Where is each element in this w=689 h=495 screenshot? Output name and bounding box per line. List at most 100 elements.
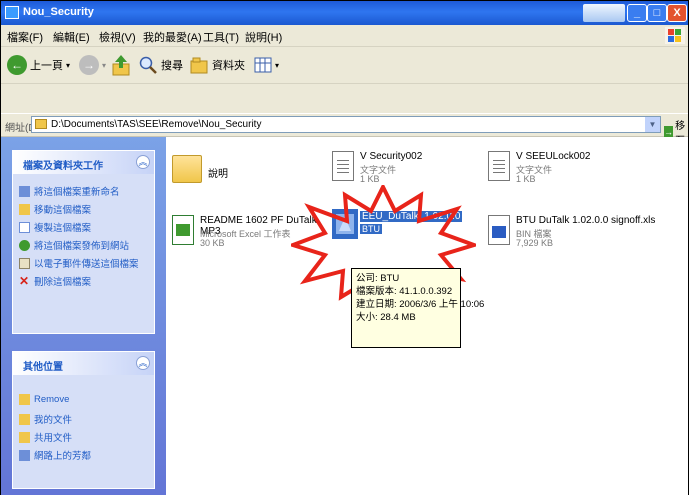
file-item-selected-exe[interactable]: EEU_DuTalk_1.02.0.0 BTU xyxy=(332,209,482,255)
views-icon xyxy=(254,57,272,73)
views-dropdown-icon[interactable]: ▾ xyxy=(275,61,279,70)
file-size: 7,929 KB xyxy=(516,238,554,248)
other-places-title: 其他位置 xyxy=(23,362,63,373)
file-type: BTU xyxy=(360,224,382,234)
file-name: BTU DuTalk 1.02.0.0 signoff.xls xyxy=(516,215,656,226)
excel-sheet-icon xyxy=(172,215,194,245)
move-icon xyxy=(19,203,30,215)
tooltip-created: 建立日期: 2006/3/6 上午 10:06 xyxy=(356,299,485,310)
menu-view[interactable]: 檢視(V) xyxy=(99,29,136,45)
task-publish[interactable]: 將這個檔案發佈到網站 xyxy=(19,238,129,252)
menu-help[interactable]: 說明(H) xyxy=(245,29,282,45)
address-folder-icon xyxy=(35,119,47,129)
up-folder-icon xyxy=(112,55,130,76)
file-name: 說明 xyxy=(208,169,228,180)
task-email[interactable]: 以電子郵件傳送這個檔案 xyxy=(19,256,139,270)
task-move-label: 移動這個檔案 xyxy=(34,205,92,216)
file-item-text1[interactable]: V Security002 文字文件 1 KB xyxy=(332,147,482,193)
back-dropdown-icon[interactable]: ▾ xyxy=(66,61,70,70)
toolbar: ← 上一頁 ▾ → ▾ 搜尋 資料夾 ▾ xyxy=(1,47,688,84)
text-document-icon xyxy=(488,151,510,181)
file-item-folder[interactable]: 說明 xyxy=(172,151,312,191)
folder-icon xyxy=(172,155,202,183)
other-places-panel: 其他位置 ︽ Remove 我的文件 共用文件 網路上的芳鄰 xyxy=(12,351,155,489)
collapse-chevron-icon[interactable]: ︽ xyxy=(136,155,150,169)
place-shared-documents-label: 共用文件 xyxy=(34,433,73,444)
place-my-documents-label: 我的文件 xyxy=(34,415,73,426)
address-bar: 網址(D) D:\Documents\TAS\SEE\Remove\Nou_Se… xyxy=(1,114,688,147)
delete-x-icon: ✕ xyxy=(19,273,30,288)
address-dropdown-icon[interactable]: ▼ xyxy=(645,117,660,132)
file-tasks-title: 檔案及資料夾工作 xyxy=(23,161,103,172)
task-rename[interactable]: 將這個檔案重新命名 xyxy=(19,184,120,198)
globe-icon xyxy=(19,239,30,251)
address-path: D:\Documents\TAS\SEE\Remove\Nou_Security xyxy=(51,119,262,130)
windows-flag-icon xyxy=(665,27,685,44)
task-delete[interactable]: ✕ 刪除這個檔案 xyxy=(19,273,92,289)
window-title: Nou_Security xyxy=(23,6,94,18)
other-places-header[interactable]: 其他位置 ︽ xyxy=(13,352,154,375)
menu-favorites[interactable]: 我的最愛(A) xyxy=(143,29,202,45)
file-name: EEU_DuTalk_1.02.0.0 xyxy=(360,211,463,222)
folders-icon xyxy=(190,57,208,74)
task-delete-label: 刪除這個檔案 xyxy=(34,277,92,288)
views-button[interactable]: ▾ xyxy=(253,51,279,79)
place-remove[interactable]: Remove xyxy=(19,394,69,405)
file-size: 1 KB xyxy=(516,174,536,184)
up-folder-button[interactable] xyxy=(111,51,131,79)
email-icon xyxy=(19,257,30,269)
back-label: 上一頁 xyxy=(30,60,63,72)
application-icon xyxy=(332,209,358,239)
place-shared-documents[interactable]: 共用文件 xyxy=(19,430,72,444)
place-network[interactable]: 網路上的芳鄰 xyxy=(19,448,91,462)
windows-logo xyxy=(583,4,625,22)
folder-window-icon xyxy=(5,6,19,19)
tooltip-company: 公司: BTU xyxy=(356,273,400,284)
file-item-excel[interactable]: README 1602 PF DuTalk MP3 Microsoft Exce… xyxy=(172,211,332,261)
file-item-text2[interactable]: V SEEULock002 文字文件 1 KB xyxy=(488,147,648,193)
task-copy-label: 複製這個檔案 xyxy=(34,223,92,234)
task-move[interactable]: 移動這個檔案 xyxy=(19,202,91,216)
close-button[interactable]: X xyxy=(667,4,687,22)
forward-dropdown-icon[interactable]: ▾ xyxy=(102,61,106,70)
text-document-icon xyxy=(332,151,354,181)
file-size: 30 KB xyxy=(200,238,225,248)
minimize-button[interactable]: _ xyxy=(627,4,647,22)
folders-label: 資料夾 xyxy=(212,60,245,72)
collapse-chevron-icon[interactable]: ︽ xyxy=(136,356,150,370)
place-network-label: 網路上的芳鄰 xyxy=(34,451,92,462)
copy-icon xyxy=(19,221,30,233)
file-item-bin[interactable]: BTU DuTalk 1.02.0.0 signoff.xls BIN 檔案 7… xyxy=(488,211,678,257)
file-info-tooltip: 公司: BTU 檔案版本: 41.1.0.0.392 建立日期: 2006/3/… xyxy=(351,268,485,348)
forward-button[interactable]: → ▾ xyxy=(79,51,106,79)
folder-icon xyxy=(19,394,30,405)
file-tasks-header[interactable]: 檔案及資料夾工作 ︽ xyxy=(13,151,154,174)
bin-file-icon xyxy=(488,215,510,245)
task-copy[interactable]: 複製這個檔案 xyxy=(19,220,91,234)
tooltip-version: 檔案版本: 41.1.0.0.392 xyxy=(356,286,453,297)
place-remove-label: Remove xyxy=(34,394,70,405)
search-label: 搜尋 xyxy=(161,60,183,72)
search-icon xyxy=(139,56,157,74)
menu-file[interactable]: 檔案(F) xyxy=(7,29,43,45)
task-pane: 檔案及資料夾工作 ︽ 將這個檔案重新命名 移動這個檔案 複製這個檔案 將這個檔案… xyxy=(1,137,166,495)
toolbar-spacer xyxy=(1,84,688,113)
title-bar[interactable]: Nou_Security _ □ X xyxy=(1,1,688,25)
file-name: V SEEULock002 xyxy=(516,151,591,162)
explorer-window: Nou_Security _ □ X 檔案(F) 編輯(E) 檢視(V) 我的最… xyxy=(0,0,689,495)
place-my-documents[interactable]: 我的文件 xyxy=(19,412,72,426)
network-icon xyxy=(19,449,30,461)
folders-button[interactable]: 資料夾 xyxy=(189,51,245,79)
task-email-label: 以電子郵件傳送這個檔案 xyxy=(34,259,139,270)
my-documents-icon xyxy=(19,413,30,425)
address-input[interactable]: D:\Documents\TAS\SEE\Remove\Nou_Security… xyxy=(31,116,661,133)
menu-bar: 檔案(F) 編輯(E) 檢視(V) 我的最愛(A) 工具(T) 說明(H) xyxy=(1,25,688,47)
menu-tools[interactable]: 工具(T) xyxy=(203,29,239,45)
search-button[interactable]: 搜尋 xyxy=(138,51,183,79)
task-rename-label: 將這個檔案重新命名 xyxy=(34,187,120,198)
maximize-button[interactable]: □ xyxy=(647,4,667,22)
forward-arrow-icon: → xyxy=(79,55,99,75)
back-button[interactable]: ← 上一頁 ▾ xyxy=(7,51,70,79)
back-arrow-icon: ← xyxy=(7,55,27,75)
menu-edit[interactable]: 編輯(E) xyxy=(53,29,90,45)
